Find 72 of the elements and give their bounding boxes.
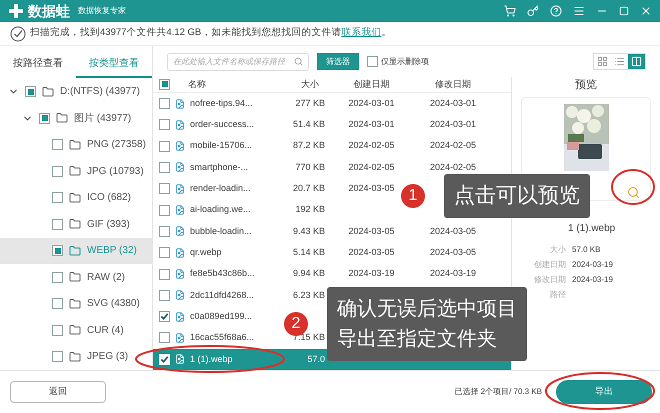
column-header: 创建日期 bbox=[352, 78, 390, 91]
file-size: 57.0 bbox=[307, 352, 325, 366]
file-name: 16cac55f68a6... bbox=[190, 331, 254, 344]
preview-title: 预览 bbox=[575, 78, 597, 93]
file-name: render-loadin... bbox=[190, 182, 251, 196]
file-name: ai-loading.we... bbox=[190, 203, 251, 216]
tree-label: D:(NTFS) (43977) bbox=[60, 85, 140, 100]
app-subtitle: 数据恢复专家 bbox=[78, 5, 126, 17]
modified-date: 2024-03-01 bbox=[430, 118, 476, 132]
modified-date: 2024-03-19 bbox=[430, 267, 476, 280]
detail-label: 修改日期 bbox=[533, 274, 566, 286]
file-size: 770 KB bbox=[295, 160, 325, 174]
callout-text: 点击可以预览 bbox=[454, 183, 580, 209]
file-name: bubble-loadin... bbox=[190, 224, 252, 238]
detail-label: 创建日期 bbox=[533, 258, 566, 270]
created-date: 2024-03-01 bbox=[348, 118, 395, 132]
tree-label: CUR (4) bbox=[87, 324, 124, 338]
file-size: 51.4 KB bbox=[292, 118, 325, 132]
modified-date: 2024-03-05 bbox=[430, 246, 476, 259]
preview-file-name: 1 (1).webp bbox=[568, 222, 616, 236]
detail-label: 大小 bbox=[549, 244, 566, 256]
tree-label: RAW (2) bbox=[87, 270, 125, 285]
created-date: 2024-03-05 bbox=[348, 224, 395, 238]
file-name: 1 (1).webp bbox=[190, 352, 233, 366]
detail-value: 2024-03-19 bbox=[572, 258, 613, 270]
created-date: 2024-03-01 bbox=[348, 96, 395, 110]
file-name: order-success... bbox=[190, 118, 254, 132]
file-name: smartphone-... bbox=[190, 160, 248, 174]
tree-label: ICO (682) bbox=[87, 191, 131, 206]
tree-label: GIF (393) bbox=[87, 218, 130, 232]
callout-text: 确认无误后选中项目 bbox=[337, 297, 517, 322]
file-size: 277 KB bbox=[295, 96, 325, 110]
step-badge: 1 bbox=[401, 184, 425, 208]
created-date: 2024-03-05 bbox=[348, 182, 395, 196]
file-size: 6.23 KB bbox=[292, 288, 325, 302]
modified-date: 2024-03-01 bbox=[430, 96, 476, 110]
selection-summary: 已选择 2个项目/ 70.3 KB bbox=[454, 386, 542, 398]
created-date: 2024-02-05 bbox=[348, 160, 395, 174]
detail-value: 57.0 KB bbox=[572, 244, 600, 256]
file-name: c0a089ed199... bbox=[190, 310, 252, 323]
file-size: 87.2 KB bbox=[292, 139, 325, 152]
file-size: 9.43 KB bbox=[292, 224, 325, 238]
detail-label: 路径 bbox=[549, 288, 566, 300]
tree-label: PNG (27358) bbox=[87, 138, 146, 152]
scan-status: 扫描完成，找到43977个文件共4.12 GB，如未能找到您想找回的文件请联系我们。 bbox=[30, 26, 392, 40]
column-header: 大小 bbox=[300, 78, 320, 91]
tree-label: 图片 (43977) bbox=[74, 112, 132, 126]
detail-value: 2024-03-19 bbox=[572, 274, 613, 286]
modified-date: 2024-02-05 bbox=[430, 160, 476, 174]
file-size: 20.7 KB bbox=[292, 182, 325, 196]
modified-date: 2024-03-05 bbox=[430, 224, 476, 238]
file-name: qr.webp bbox=[190, 246, 222, 259]
file-name: mobile-15706... bbox=[190, 139, 252, 152]
deleted-only-label: 仅显示删除项 bbox=[381, 56, 429, 68]
callout-text: 导出至指定文件夹 bbox=[337, 327, 498, 352]
app-name: 数据蛙 bbox=[28, 2, 70, 20]
column-header: 修改日期 bbox=[434, 78, 472, 91]
file-size: 5.14 KB bbox=[292, 246, 325, 259]
file-name: nofree-tips.94... bbox=[190, 96, 253, 110]
created-date: 2024-02-05 bbox=[348, 139, 395, 152]
tree-label: WEBP (32) bbox=[87, 244, 137, 258]
tree-label: SVG (4380) bbox=[87, 297, 140, 312]
file-size: 9.94 KB bbox=[292, 267, 325, 280]
created-date: 2024-03-19 bbox=[348, 267, 395, 280]
column-header: 名称 bbox=[188, 78, 206, 91]
file-size: 192 KB bbox=[295, 203, 325, 216]
tree-label: JPEG (3) bbox=[87, 350, 128, 364]
file-name: 2dc11dfd4268... bbox=[190, 288, 254, 302]
created-date: 2024-03-05 bbox=[348, 246, 395, 259]
modified-date: 2024-02-05 bbox=[430, 139, 476, 152]
file-name: fe8e5b43c86b... bbox=[190, 267, 255, 280]
tree-label: JPG (10793) bbox=[87, 164, 144, 179]
